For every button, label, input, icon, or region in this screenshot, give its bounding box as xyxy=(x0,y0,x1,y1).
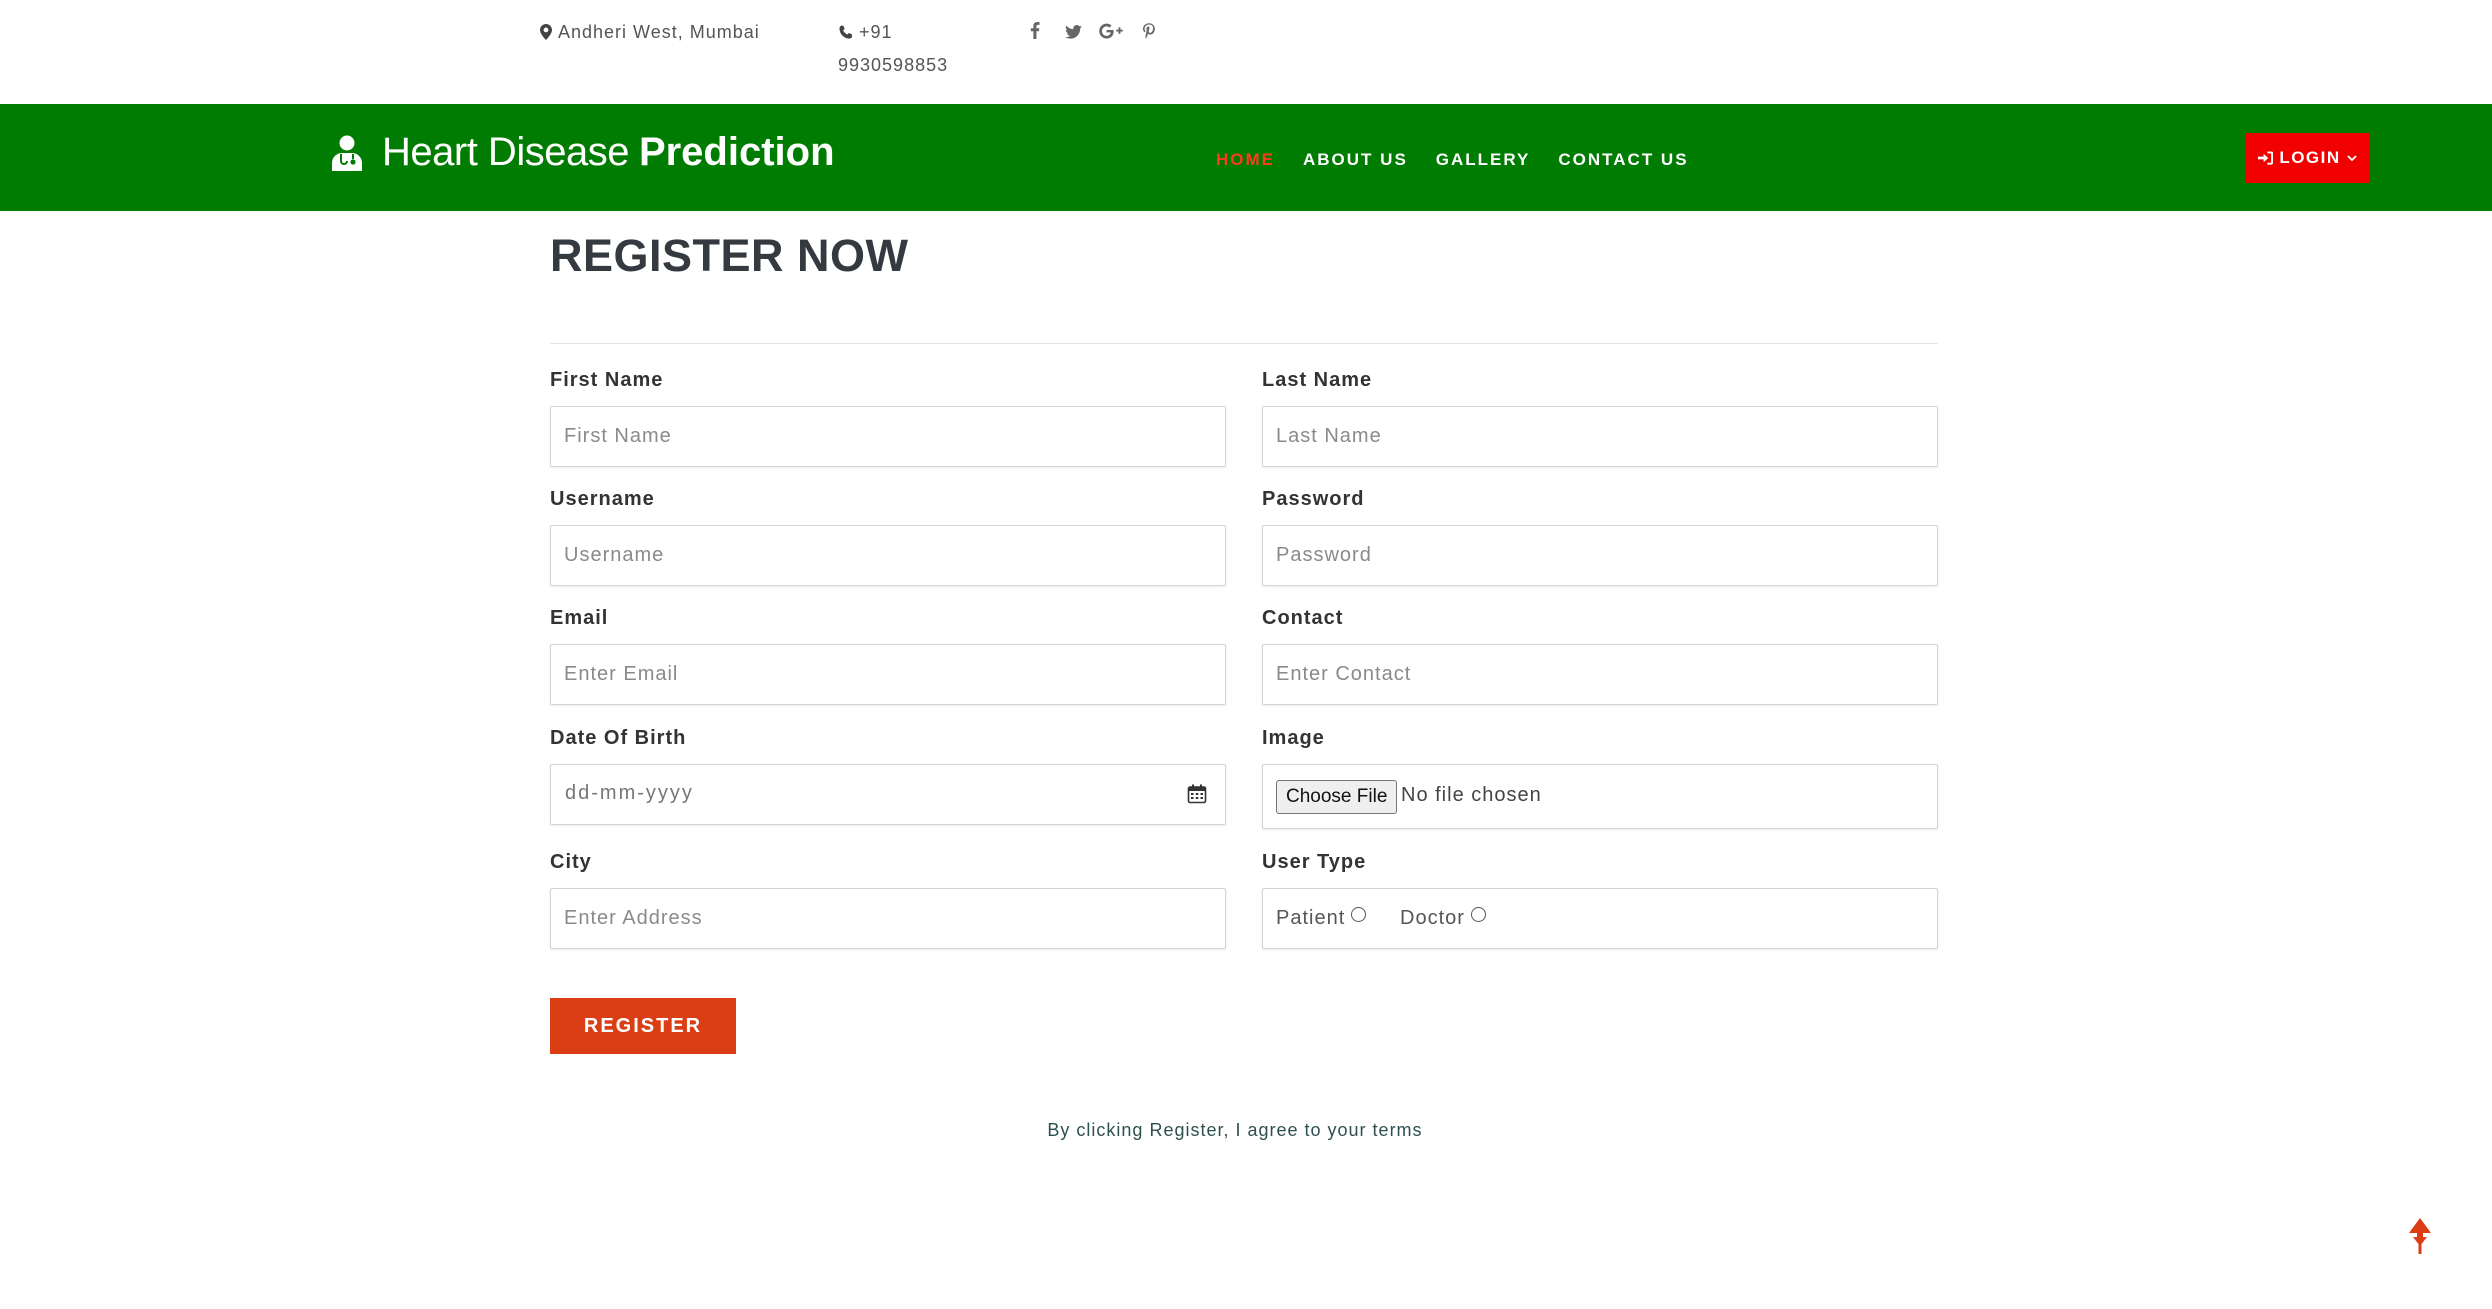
first-name-input[interactable] xyxy=(550,406,1226,467)
patient-label: Patient xyxy=(1276,907,1346,929)
contact-label: Contact xyxy=(1262,607,1344,629)
facebook-icon[interactable] xyxy=(1016,18,1054,44)
password-group: Password xyxy=(1262,488,1938,586)
brand-logo[interactable]: Heart Disease Prediction xyxy=(330,130,835,175)
last-name-input[interactable] xyxy=(1262,406,1938,467)
location-info: Andheri West, Mumbai xyxy=(540,16,760,49)
city-label: City xyxy=(550,851,592,873)
email-input[interactable] xyxy=(550,644,1226,705)
username-group: Username xyxy=(550,488,1226,586)
first-name-group: First Name xyxy=(550,369,1226,467)
nav-menu: HOME ABOUT US GALLERY CONTACT US xyxy=(1216,148,1717,172)
contact-input[interactable] xyxy=(1262,644,1938,705)
login-label: LOGIN xyxy=(2279,148,2341,167)
dob-group: Date Of Birth dd-mm-yyyy xyxy=(550,727,1226,825)
last-name-label: Last Name xyxy=(1262,369,1373,391)
choose-file-button[interactable]: Choose File xyxy=(1276,780,1398,814)
nav-item-gallery[interactable]: GALLERY xyxy=(1436,148,1531,172)
twitter-icon[interactable] xyxy=(1054,18,1092,44)
location-text: Andheri West, Mumbai xyxy=(558,22,760,42)
phone-info: +91 9930598853 xyxy=(838,16,988,82)
pinterest-icon[interactable] xyxy=(1130,18,1168,44)
radio-option-doctor[interactable]: Doctor xyxy=(1400,907,1486,930)
page-title: REGISTER NOW xyxy=(550,230,909,281)
password-label: Password xyxy=(1262,488,1365,510)
login-button[interactable]: LOGIN xyxy=(2245,133,2370,183)
file-status-text: No file chosen xyxy=(1401,784,1542,806)
user-type-box: Patient Doctor xyxy=(1262,888,1938,949)
first-name-label: First Name xyxy=(550,369,664,391)
phone-icon xyxy=(838,22,859,42)
email-group: Email xyxy=(550,607,1226,705)
user-type-group: User Type Patient Doctor xyxy=(1262,851,1938,949)
username-label: Username xyxy=(550,488,655,510)
dob-input[interactable]: dd-mm-yyyy xyxy=(550,764,1226,825)
sign-in-icon xyxy=(2258,151,2274,165)
dob-label: Date Of Birth xyxy=(550,727,687,749)
nav-item-home[interactable]: HOME xyxy=(1216,148,1275,172)
calendar-icon[interactable] xyxy=(1187,784,1207,804)
divider xyxy=(550,343,1938,344)
doctor-icon xyxy=(332,135,362,171)
social-links xyxy=(1016,18,1168,44)
password-input[interactable] xyxy=(1262,525,1938,586)
username-input[interactable] xyxy=(550,525,1226,586)
top-info-bar: Andheri West, Mumbai +91 9930598853 xyxy=(0,0,2492,104)
scroll-to-top-icon[interactable] xyxy=(2408,1218,2432,1254)
contact-group: Contact xyxy=(1262,607,1938,705)
phone-number: 9930598853 xyxy=(838,55,949,75)
google-plus-icon[interactable] xyxy=(1092,18,1130,44)
main-navbar: Heart Disease Prediction HOME ABOUT US G… xyxy=(0,104,2492,211)
doctor-label: Doctor xyxy=(1400,907,1465,929)
city-input[interactable] xyxy=(550,888,1226,949)
patient-radio[interactable] xyxy=(1351,907,1367,922)
image-file-input: Choose File No file chosen xyxy=(1262,764,1938,829)
terms-text: By clicking Register, I agree to your te… xyxy=(0,1120,2492,1141)
image-label: Image xyxy=(1262,727,1325,749)
terms-label: By clicking Register, I agree to your te… xyxy=(1047,1120,1423,1140)
city-group: City xyxy=(550,851,1226,949)
doctor-radio[interactable] xyxy=(1470,907,1486,922)
brand-title-light: Heart Disease xyxy=(382,130,629,174)
last-name-group: Last Name xyxy=(1262,369,1938,467)
chevron-down-icon xyxy=(2347,155,2357,162)
image-group: Image Choose File No file chosen xyxy=(1262,727,1938,829)
nav-item-about-us[interactable]: ABOUT US xyxy=(1303,148,1408,172)
radio-option-patient[interactable]: Patient xyxy=(1276,907,1367,930)
map-marker-icon xyxy=(540,22,558,42)
nav-item-contact-us[interactable]: CONTACT US xyxy=(1558,148,1688,172)
dob-placeholder: dd-mm-yyyy xyxy=(565,782,694,804)
user-type-label: User Type xyxy=(1262,851,1367,873)
register-button[interactable]: REGISTER xyxy=(550,998,736,1054)
email-label: Email xyxy=(550,607,609,629)
phone-prefix: +91 xyxy=(859,22,893,42)
brand-title-bold: Prediction xyxy=(638,130,835,174)
